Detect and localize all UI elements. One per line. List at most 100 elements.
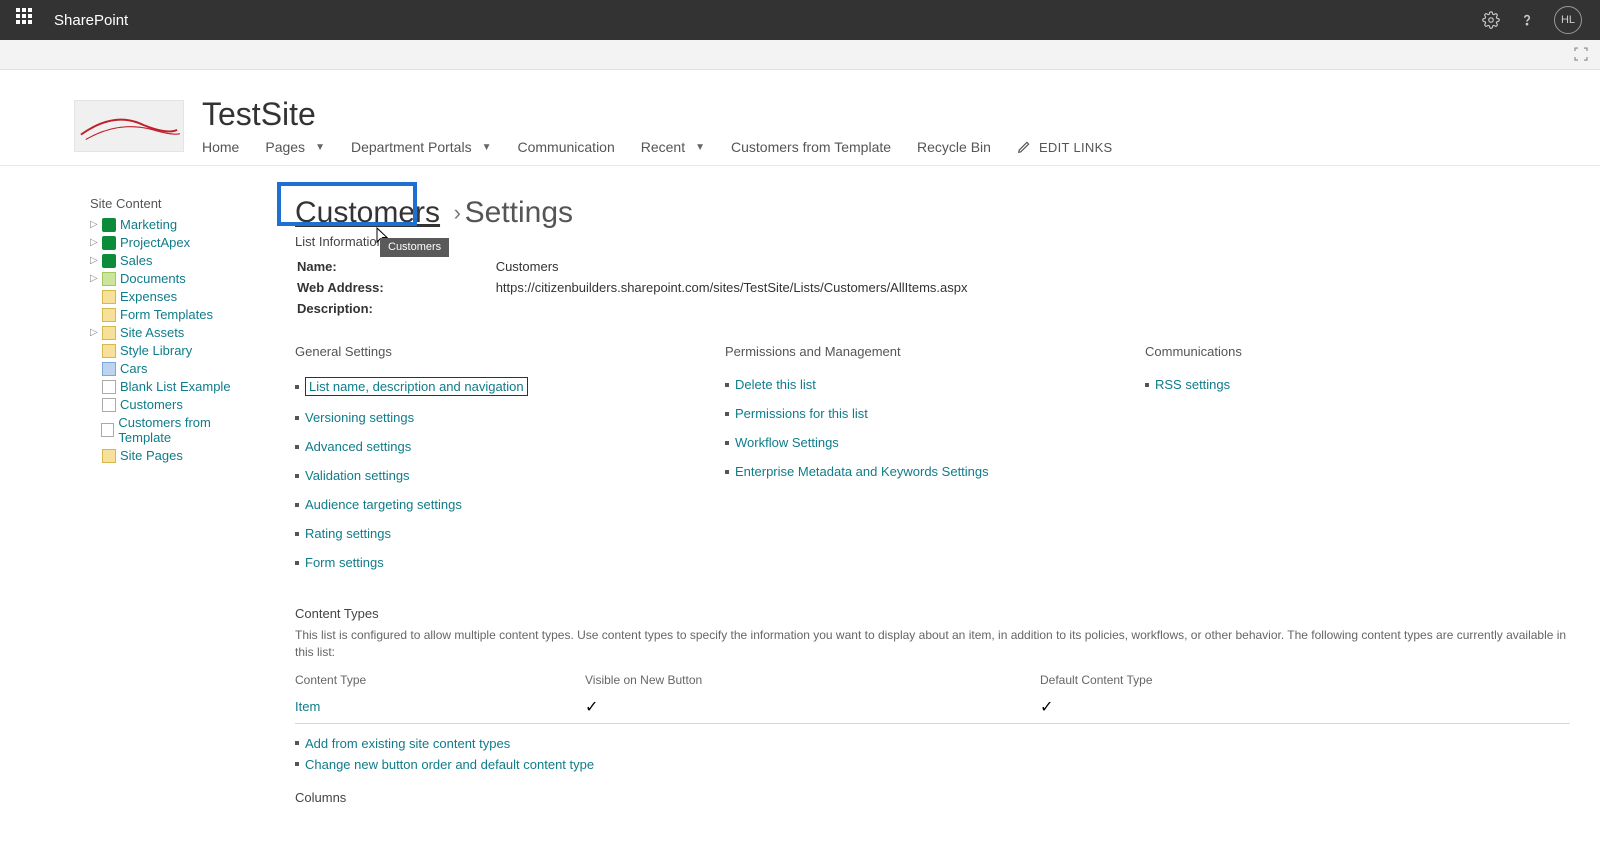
- tree-expand-icon[interactable]: ▷: [90, 237, 98, 248]
- help-icon[interactable]: [1518, 11, 1536, 29]
- tree-item-label[interactable]: ProjectApex: [120, 235, 190, 250]
- ct-col-visible: Visible on New Button: [585, 673, 1040, 693]
- settings-link[interactable]: Permissions for this list: [735, 406, 868, 421]
- bullet-icon: [295, 385, 299, 389]
- bullet-icon: [725, 441, 729, 445]
- tree-item[interactable]: ▷ Marketing: [90, 217, 255, 232]
- folder-icon: [102, 344, 116, 358]
- list-icon: [101, 423, 114, 437]
- gear-icon[interactable]: [1482, 11, 1500, 29]
- list-breadcrumb-link[interactable]: Customers: [295, 196, 440, 229]
- settings-link-item: Versioning settings: [295, 410, 695, 425]
- tree-item-label[interactable]: Customers: [120, 397, 183, 412]
- nav-edit-links[interactable]: EDIT LINKS: [1017, 139, 1113, 155]
- tree-expand-icon[interactable]: ▷: [90, 327, 98, 338]
- settings-link-item: Rating settings: [295, 526, 695, 541]
- tree-item[interactable]: Site Pages: [90, 448, 255, 463]
- settings-link-item: Workflow Settings: [725, 435, 1115, 450]
- tree-item-label[interactable]: Style Library: [120, 343, 192, 358]
- ct-footer-item: Change new button order and default cont…: [295, 757, 1570, 772]
- tree-item[interactable]: ▷ Sales: [90, 253, 255, 268]
- tree-item-label[interactable]: Site Pages: [120, 448, 183, 463]
- settings-link[interactable]: Advanced settings: [305, 439, 411, 454]
- info-description-label: Description:: [297, 299, 494, 318]
- checkmark-icon: ✓: [1040, 699, 1053, 716]
- tree-item-label[interactable]: Marketing: [120, 217, 177, 232]
- site-icon: [102, 254, 116, 268]
- tree-item[interactable]: ▷ ProjectApex: [90, 235, 255, 250]
- nav-communication[interactable]: Communication: [517, 139, 614, 155]
- bullet-icon: [295, 532, 299, 536]
- content-types-table: Content Type Visible on New Button Defau…: [295, 673, 1570, 724]
- nav-customers-from-template[interactable]: Customers from Template: [731, 139, 891, 155]
- settings-link[interactable]: RSS settings: [1155, 377, 1230, 392]
- nav-department-portals[interactable]: Department Portals▼: [351, 139, 492, 155]
- ribbon-area: [0, 40, 1600, 70]
- content-types-description: This list is configured to allow multipl…: [295, 627, 1570, 661]
- settings-link-item: Permissions for this list: [725, 406, 1115, 421]
- page-title: Settings: [465, 196, 573, 229]
- tree-item-label[interactable]: Sales: [120, 253, 153, 268]
- user-avatar[interactable]: HL: [1554, 6, 1582, 34]
- tree-expand-icon[interactable]: ▷: [90, 255, 98, 266]
- ct-footer-link[interactable]: Add from existing site content types: [305, 736, 510, 751]
- tree-item[interactable]: Cars: [90, 361, 255, 376]
- list-icon: [102, 380, 116, 394]
- tree-item-label[interactable]: Documents: [120, 271, 186, 286]
- info-name-value: Customers: [496, 257, 968, 276]
- tree-item[interactable]: Customers from Template: [90, 415, 255, 445]
- info-webaddress-value: https://citizenbuilders.sharepoint.com/s…: [496, 278, 968, 297]
- tree-item[interactable]: Style Library: [90, 343, 255, 358]
- content-type-row: Item✓✓: [295, 693, 1570, 724]
- ct-footer-link[interactable]: Change new button order and default cont…: [305, 757, 594, 772]
- pic-icon: [102, 362, 116, 376]
- nav-pages[interactable]: Pages▼: [265, 139, 325, 155]
- settings-link[interactable]: Audience targeting settings: [305, 497, 462, 512]
- site-icon: [102, 236, 116, 250]
- nav-recycle-bin[interactable]: Recycle Bin: [917, 139, 991, 155]
- tree-item[interactable]: Form Templates: [90, 307, 255, 322]
- tree-item-label[interactable]: Form Templates: [120, 307, 213, 322]
- settings-link[interactable]: Form settings: [305, 555, 384, 570]
- nav-home[interactable]: Home: [202, 139, 239, 155]
- bullet-icon: [295, 561, 299, 565]
- settings-link[interactable]: List name, description and navigation: [305, 377, 528, 396]
- site-logo[interactable]: [74, 100, 184, 152]
- app-launcher-icon[interactable]: [16, 8, 40, 32]
- tree-item-label[interactable]: Site Assets: [120, 325, 184, 340]
- tree-item[interactable]: ▷ Site Assets: [90, 325, 255, 340]
- nav-recent[interactable]: Recent▼: [641, 139, 705, 155]
- list-information-table: Name: Customers Web Address: https://cit…: [295, 255, 969, 320]
- list-icon: [102, 398, 116, 412]
- content-type-link[interactable]: Item: [295, 699, 320, 714]
- general-settings-heading: General Settings: [295, 344, 695, 359]
- settings-link-item: List name, description and navigation: [295, 377, 695, 396]
- settings-link[interactable]: Enterprise Metadata and Keywords Setting…: [735, 464, 989, 479]
- site-title[interactable]: TestSite: [202, 96, 1113, 133]
- tree-item[interactable]: Customers: [90, 397, 255, 412]
- list-information-heading: List Information: [295, 234, 1570, 249]
- tree-item[interactable]: ▷ Documents: [90, 271, 255, 286]
- tree-item-label[interactable]: Blank List Example: [120, 379, 231, 394]
- ct-default-cell: ✓: [1040, 693, 1570, 724]
- site-icon: [102, 218, 116, 232]
- tree-item-label[interactable]: Customers from Template: [118, 415, 255, 445]
- settings-link[interactable]: Rating settings: [305, 526, 391, 541]
- tree-expand-icon[interactable]: ▷: [90, 219, 98, 230]
- tree-expand-icon[interactable]: ▷: [90, 273, 98, 284]
- settings-link[interactable]: Versioning settings: [305, 410, 414, 425]
- folder-icon: [102, 326, 116, 340]
- info-description-value: [496, 299, 968, 318]
- tree-item[interactable]: Expenses: [90, 289, 255, 304]
- tree-item[interactable]: Blank List Example: [90, 379, 255, 394]
- settings-link[interactable]: Delete this list: [735, 377, 816, 392]
- tree-item-label[interactable]: Cars: [120, 361, 147, 376]
- focus-content-icon[interactable]: [1572, 45, 1590, 63]
- bullet-icon: [725, 470, 729, 474]
- tree-item-label[interactable]: Expenses: [120, 289, 177, 304]
- settings-link[interactable]: Validation settings: [305, 468, 410, 483]
- suite-product-name[interactable]: SharePoint: [54, 12, 128, 29]
- communications-heading: Communications: [1145, 344, 1570, 359]
- settings-link[interactable]: Workflow Settings: [735, 435, 839, 450]
- folder-icon: [102, 290, 116, 304]
